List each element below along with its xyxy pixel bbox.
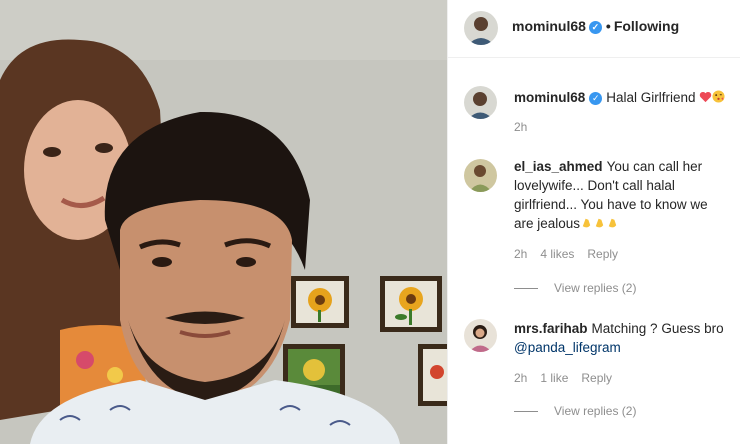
comment-1-meta: 2h 4 likes Reply bbox=[514, 247, 631, 261]
verified-badge-icon: ✓ bbox=[589, 92, 603, 105]
clapping-hands-emoji-icon bbox=[595, 218, 604, 228]
wall-frame-4 bbox=[418, 344, 447, 406]
caption-avatar[interactable] bbox=[464, 86, 497, 119]
post-photo bbox=[0, 0, 447, 444]
view-replies-line bbox=[514, 411, 538, 413]
verified-badge-icon: ✓ bbox=[588, 21, 602, 34]
comment-2-time: 2h bbox=[514, 371, 528, 385]
view-replies-line bbox=[514, 288, 538, 290]
comment-2-avatar[interactable] bbox=[464, 319, 497, 352]
comment-2-username[interactable]: mrs.farihab bbox=[514, 321, 588, 336]
comment-1-text: el_ias_ahmed You can call her lovelywife.… bbox=[514, 157, 729, 233]
post-header: mominul68 ✓ • Following bbox=[448, 0, 740, 58]
comment-1-view-replies[interactable]: View replies (2) bbox=[514, 281, 636, 295]
comment-2-view-replies[interactable]: View replies (2) bbox=[514, 404, 636, 418]
caption-username[interactable]: mominul68 bbox=[514, 90, 585, 105]
comment-2-text: mrs.farihab Matching ? Guess bro @panda_l… bbox=[514, 319, 729, 357]
caption-message: Halal Girlfriend bbox=[606, 90, 696, 105]
following-button[interactable]: Following bbox=[614, 18, 679, 34]
clapping-hands-emoji-icon bbox=[582, 218, 591, 228]
comment-1-view-replies-label: View replies (2) bbox=[554, 281, 637, 295]
comment-2: mrs.farihab Matching ? Guess bro @panda_l… bbox=[448, 319, 740, 429]
caption-time: 2h bbox=[514, 120, 528, 134]
comment-1-avatar[interactable] bbox=[464, 159, 497, 192]
post-detail-panel: mominul68 ✓ • Following mominul68 ✓ Halal Gir… bbox=[447, 0, 740, 444]
separator-dot: • bbox=[605, 18, 611, 34]
comment-2-reply-button[interactable]: Reply bbox=[581, 371, 612, 385]
heart-emoji-icon bbox=[700, 91, 712, 103]
author-avatar[interactable] bbox=[464, 11, 498, 45]
comment-1: el_ias_ahmed You can call her lovelywife.… bbox=[448, 157, 740, 297]
caption: mominul68 ✓ Halal Girlfriend 2h bbox=[448, 86, 740, 146]
comment-1-time: 2h bbox=[514, 247, 528, 261]
comment-2-meta: 2h 1 like Reply bbox=[514, 371, 625, 385]
kissing-face-emoji-icon bbox=[712, 90, 725, 103]
caption-meta: 2h bbox=[514, 120, 540, 134]
wall-frame-2 bbox=[380, 276, 442, 332]
header-user-line: mominul68 ✓ • Following bbox=[512, 18, 679, 34]
caption-text: mominul68 ✓ Halal Girlfriend bbox=[514, 88, 729, 107]
comment-1-likes[interactable]: 4 likes bbox=[540, 247, 574, 261]
comment-1-reply-button[interactable]: Reply bbox=[587, 247, 618, 261]
comment-2-mention-link[interactable]: @panda_lifegram bbox=[514, 340, 621, 355]
comment-2-likes[interactable]: 1 like bbox=[540, 371, 568, 385]
comment-2-view-replies-label: View replies (2) bbox=[554, 404, 637, 418]
comment-1-username[interactable]: el_ias_ahmed bbox=[514, 159, 603, 174]
author-username[interactable]: mominul68 bbox=[512, 18, 586, 34]
comment-2-message: Matching ? Guess bro bbox=[591, 321, 724, 336]
wall-frame-1 bbox=[291, 276, 349, 328]
clapping-hands-emoji-icon bbox=[608, 218, 617, 228]
